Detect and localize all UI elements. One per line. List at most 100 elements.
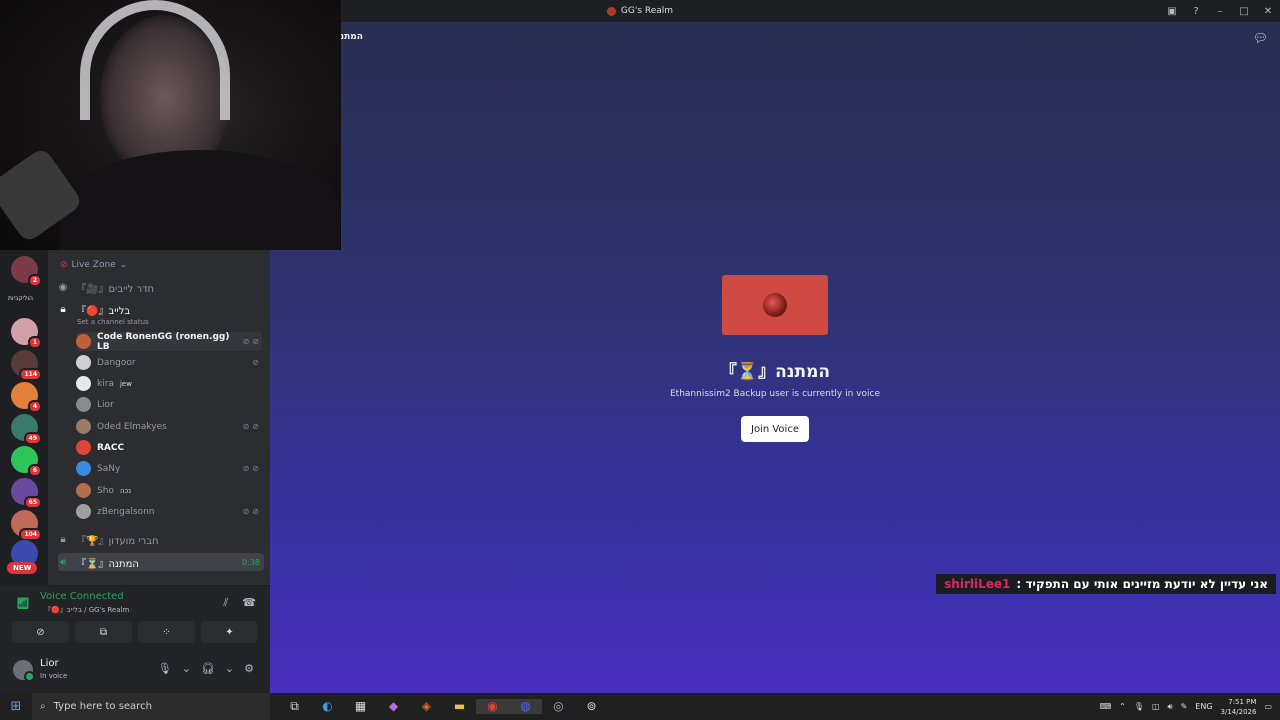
guild-icon[interactable]: 6 bbox=[11, 446, 42, 477]
user-controls: 🎙︎ ⌄ 🎧︎ ⌄ ⚙ bbox=[158, 662, 254, 675]
channel-live[interactable]: 🔒︎ 『🔴』בלייב bbox=[58, 300, 264, 318]
avatar bbox=[76, 483, 91, 498]
guild-icon[interactable]: 104 bbox=[11, 510, 42, 541]
muted-deafened-icon: ⊘⊘ bbox=[242, 464, 262, 473]
voice-buttons: ⊘ ⧉ ⁘ ✦ bbox=[12, 621, 258, 643]
discord-icon[interactable]: ◍ bbox=[509, 699, 542, 714]
user-name[interactable]: Lior bbox=[40, 658, 59, 669]
avatar bbox=[76, 440, 91, 455]
edge-icon[interactable]: ◐ bbox=[311, 699, 344, 714]
screen-share-button[interactable]: ⧉ bbox=[75, 621, 132, 643]
channel-live-rooms[interactable]: ◉ 『🎥』חדר לייבים bbox=[58, 278, 264, 296]
pen-icon[interactable]: ✎ bbox=[1181, 702, 1188, 711]
noise-suppression-icon[interactable]: ⫽ bbox=[223, 596, 228, 610]
channel-status[interactable]: Set a channel status bbox=[77, 318, 149, 326]
headphones-icon[interactable]: 🎧︎ bbox=[201, 662, 215, 675]
user-status: In voice bbox=[40, 672, 68, 680]
taskbar-apps: ⧉ ◐ ▦ ◆ ◈ ▬ ◉ ◍ ◎ ⊚ bbox=[278, 699, 608, 714]
channel-club-members[interactable]: 🔒︎ 『🏆』חברי מועדון bbox=[58, 530, 264, 548]
language-indicator[interactable]: ENG bbox=[1195, 702, 1212, 711]
chevron-down-icon[interactable]: ⌄ bbox=[182, 662, 191, 675]
join-voice-button[interactable]: Join Voice bbox=[741, 416, 809, 442]
user-avatar[interactable] bbox=[13, 660, 35, 682]
lock-icon: 🔒︎ bbox=[60, 303, 66, 315]
disconnect-icon[interactable]: ☎ bbox=[242, 596, 256, 610]
guild-icon[interactable]: 65 bbox=[11, 478, 42, 509]
windows-start-icon[interactable]: ⊞ bbox=[0, 699, 32, 714]
chevron-down-icon[interactable]: ⌄ bbox=[225, 662, 234, 675]
clock-date: 3/14/2026 bbox=[1220, 707, 1257, 716]
avatar bbox=[76, 334, 91, 349]
avatar bbox=[76, 419, 91, 434]
guild-icon[interactable]: 1 bbox=[11, 318, 42, 349]
channel-avatar bbox=[763, 293, 787, 317]
stage-icon: ◉ bbox=[58, 281, 68, 293]
new-unreads-pill[interactable]: NEW bbox=[7, 562, 38, 574]
steam-icon[interactable]: ◎ bbox=[542, 699, 575, 714]
soundboard-button[interactable]: ✦ bbox=[201, 621, 258, 643]
voice-status-title[interactable]: Voice Connected bbox=[40, 591, 124, 602]
muted-icon: ⊘ bbox=[252, 358, 262, 367]
chat-icon[interactable]: 💬︎ bbox=[1253, 31, 1268, 45]
unread-badge: 4 bbox=[27, 400, 42, 413]
keyboard-icon[interactable]: ⌨ bbox=[1100, 702, 1112, 711]
clock-time: 7:51 PM bbox=[1228, 697, 1257, 706]
help-icon[interactable]: ? bbox=[1184, 6, 1208, 17]
member-name: zBengalsonn bbox=[97, 506, 155, 517]
clock[interactable]: 7:51 PM 3/14/2026 bbox=[1221, 697, 1257, 717]
channel-label: 『⏳』המתנה bbox=[76, 558, 139, 570]
member-name: RACC bbox=[97, 442, 125, 453]
voice-member[interactable]: zBengalsonn ⊘⊘ bbox=[76, 502, 262, 521]
channel-card bbox=[722, 275, 828, 335]
guild-folder-label: הוליקביות bbox=[8, 295, 33, 302]
voice-member[interactable]: Oded Elmakyes ⊘⊘ bbox=[76, 417, 262, 436]
close-button[interactable]: ✕ bbox=[1256, 6, 1280, 17]
voice-member[interactable]: SaNy ⊘⊘ bbox=[76, 459, 262, 478]
gear-icon[interactable]: ⚙ bbox=[244, 662, 254, 675]
voice-member[interactable]: Dangoor ⊘ bbox=[76, 353, 262, 372]
file-explorer-icon[interactable]: ▬ bbox=[443, 699, 476, 714]
guild-icon[interactable]: 4 bbox=[11, 382, 42, 413]
category-header[interactable]: ⊘ Live Zone ⌄ bbox=[60, 260, 127, 270]
office-icon[interactable]: ◈ bbox=[410, 699, 443, 714]
notifications-icon[interactable]: ▭ bbox=[1264, 702, 1272, 711]
network-icon[interactable]: ◫ bbox=[1152, 702, 1160, 711]
voice-member[interactable]: Sho נכה bbox=[76, 481, 262, 500]
obs-icon[interactable]: ⊚ bbox=[575, 699, 608, 714]
channel-label: 『🔴』בלייב bbox=[76, 305, 131, 317]
stage-subtitle: Ethannissim2 Backup user is currently in… bbox=[669, 389, 880, 399]
voice-channel-path[interactable]: 『🔴』בלייב / GG's Realm bbox=[44, 605, 129, 615]
voice-member[interactable]: RACC bbox=[76, 438, 262, 457]
guild-icon[interactable]: 2 bbox=[11, 256, 42, 287]
voice-member[interactable]: Lior bbox=[76, 395, 262, 414]
member-name: Sho bbox=[97, 485, 114, 496]
camera-button[interactable]: ⊘ bbox=[12, 621, 69, 643]
channel-label: 『🏆』חברי מועדון bbox=[76, 535, 159, 547]
chevron-up-icon[interactable]: ⌃ bbox=[1119, 702, 1126, 711]
inbox-icon[interactable]: ▣ bbox=[1160, 6, 1184, 17]
store-icon[interactable]: ▦ bbox=[344, 699, 377, 714]
microphone-icon[interactable]: 🎙︎ bbox=[1134, 702, 1144, 711]
signal-icon[interactable]: 📶︎ bbox=[16, 597, 30, 610]
copilot-icon[interactable]: ◆ bbox=[377, 699, 410, 714]
maximize-button[interactable]: □ bbox=[1232, 6, 1256, 17]
voice-member[interactable]: Code RonenGG (ronen.gg) LB ⊘⊘ bbox=[76, 331, 262, 352]
task-view-icon[interactable]: ⧉ bbox=[278, 699, 311, 714]
taskbar-search[interactable]: ⌕ Type here to search bbox=[32, 693, 270, 720]
member-name: Code RonenGG (ronen.gg) LB bbox=[97, 331, 230, 352]
guild-icon[interactable]: 49 bbox=[11, 414, 42, 445]
server-icon bbox=[606, 6, 616, 16]
activities-button[interactable]: ⁘ bbox=[138, 621, 195, 643]
volume-icon[interactable]: 🔊︎ bbox=[1168, 702, 1173, 712]
chrome-icon[interactable]: ◉ bbox=[476, 699, 509, 714]
voice-member[interactable]: kira jew bbox=[76, 374, 262, 393]
channel-header-title: המתנ bbox=[340, 32, 363, 42]
guild-icon[interactable]: 114 bbox=[11, 350, 42, 381]
microphone-icon[interactable]: 🎙︎ bbox=[158, 662, 172, 675]
avatar bbox=[76, 355, 91, 370]
stage-channel-name: 『⏳』המתנה bbox=[719, 362, 831, 382]
window-controls: ▣ ? – □ ✕ bbox=[1160, 0, 1280, 22]
channel-waiting[interactable]: 🔊︎ 『⏳』המתנה 0:38 bbox=[58, 553, 264, 571]
unread-badge: 114 bbox=[19, 368, 42, 381]
minimize-button[interactable]: – bbox=[1208, 6, 1232, 17]
